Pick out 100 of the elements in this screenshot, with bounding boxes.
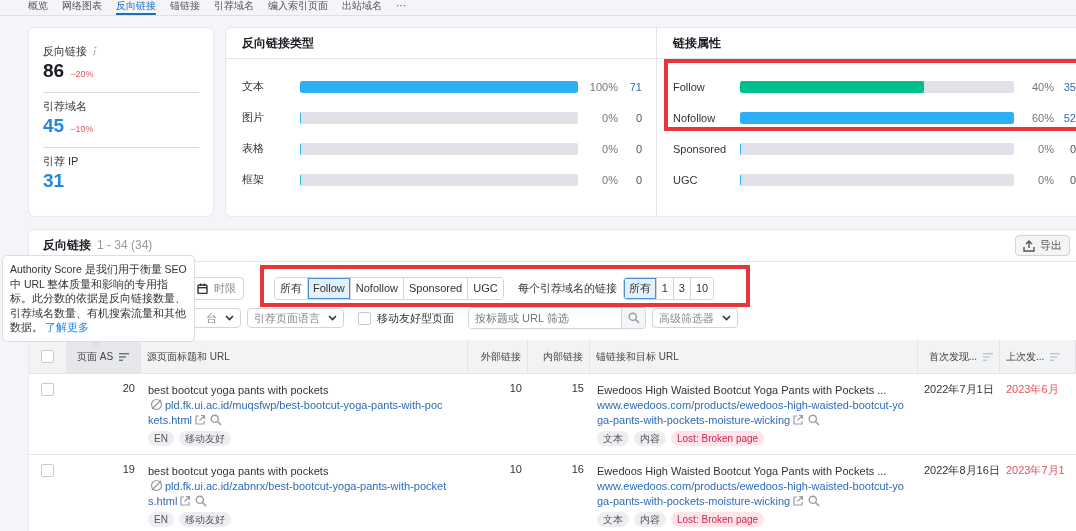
count-text: 0 [634, 173, 642, 186]
percent-text: 0% [601, 111, 618, 124]
count-text: 0 [634, 142, 642, 155]
bar-label: 文本 [242, 79, 265, 94]
search-icon [808, 414, 821, 426]
anchor-text: Ewedoos High Waisted Bootcut Yoga Pants with Pockets ... [597, 464, 888, 479]
url-link[interactable]: pld.fk.ui.ac.id/zabnrx/best-bootcut-yoga-pants-with-pockets.html [148, 479, 448, 509]
url-link[interactable]: www.ewedoos.com/products/ewedoos-high-waisted-bootcut-yoga-pants-with-pockets-moisture-wicking [597, 398, 905, 428]
column-header[interactable]: 首次发现... [918, 340, 1000, 373]
tag: EN [148, 512, 174, 527]
column-header[interactable]: 上次发... [1000, 340, 1076, 373]
filter-label: 每个引荐域名的链接 [517, 280, 617, 296]
nav-tab[interactable]: 编入索引页面 [268, 0, 328, 15]
tag: 文本 [597, 431, 629, 446]
bar-label: Sponsored [673, 142, 728, 155]
filter-toggle[interactable]: 所有 [623, 277, 657, 299]
table-cell-text: 10 [508, 381, 523, 396]
tag: EN [148, 431, 174, 446]
broken-link-icon [150, 479, 163, 492]
change-text: −10% [70, 124, 94, 134]
page-title: best bootcut yoga pants with pockets [148, 464, 330, 479]
dropdown[interactable]: 引荐页面语言 [247, 308, 344, 328]
metric-label: 反向链接 [43, 43, 87, 59]
date-text: 2022年8月16日 [923, 463, 1000, 478]
section-title: 反向链接 [43, 237, 91, 254]
panel-title: 链接属性 [673, 34, 721, 52]
filter-toggle[interactable]: Follow [308, 277, 351, 299]
change-text: −20% [70, 69, 94, 79]
page-title: best bootcut yoga pants with pockets [148, 383, 330, 398]
nav-tab[interactable]: 引荐域名 [214, 0, 254, 15]
caret-icon [225, 315, 234, 321]
column-header: 外部链接 [468, 340, 528, 373]
dropdown[interactable]: 高级筛选器 [652, 308, 738, 328]
bar-label: UGC [673, 173, 699, 186]
nav-tab[interactable]: 出站域名 [342, 0, 382, 15]
date-text: 2023年7月1 [1005, 463, 1066, 478]
checkbox[interactable] [41, 350, 54, 363]
nav-tab[interactable]: 反向链接 [116, 0, 156, 15]
percent-text: 0% [601, 142, 618, 155]
search-icon [627, 312, 640, 324]
search-field[interactable]: 按标题或 URL 筛选 [468, 307, 646, 329]
percent-text: 40% [1030, 80, 1054, 93]
filter-toggle[interactable]: 所有 [275, 277, 308, 299]
search-icon [195, 495, 208, 507]
count-text: 0 [1068, 142, 1076, 155]
metric-label: 引荐 IP [43, 153, 79, 169]
date-text: 2023年6月 [1005, 382, 1060, 397]
nav-tab[interactable]: 概览 [28, 0, 48, 15]
metric-value-link[interactable]: 31 [43, 170, 65, 192]
tag: 文本 [597, 512, 629, 527]
count-link[interactable]: 71 [618, 80, 642, 93]
date-text: 2022年7月1日 [923, 382, 995, 397]
nav-tab[interactable]: 网络图表 [62, 0, 102, 15]
checkbox[interactable] [358, 311, 371, 325]
broken-link-icon [150, 398, 163, 411]
bar-label: Follow [673, 80, 706, 93]
bar-label: 框架 [242, 172, 265, 187]
checkbox[interactable] [41, 383, 54, 396]
export-button[interactable]: 导出 [1015, 235, 1070, 256]
table-cell-text: 20 [121, 381, 136, 396]
percent-text: 0% [1037, 142, 1054, 155]
external-link-icon [792, 414, 805, 426]
calendar-icon [197, 282, 208, 294]
bar-label: 图片 [242, 110, 265, 125]
status-tag: Lost: Broken page [671, 431, 765, 446]
count-text: 0 [1068, 173, 1076, 186]
tag: 移动友好 [178, 512, 231, 527]
metric-label: 引荐域名 [43, 98, 87, 114]
external-link-icon [792, 495, 805, 507]
nav-tab[interactable]: 锚链接 [170, 0, 200, 15]
checkbox[interactable] [41, 464, 54, 477]
external-link-icon [179, 495, 192, 507]
metric-value: 86 [43, 60, 65, 82]
checkbox-label: 移动友好型页面 [377, 310, 454, 326]
url-link[interactable]: www.ewedoos.com/products/ewedoos-high-waisted-bootcut-yoga-pants-with-pockets-moisture-wicking [597, 479, 905, 509]
table-cell-text: 10 [508, 462, 523, 477]
anchor-text: Ewedoos High Waisted Bootcut Yoga Pants with Pockets ... [597, 383, 888, 398]
search-button[interactable] [621, 308, 645, 328]
column-header[interactable]: 页面 AS [66, 340, 141, 373]
caret-icon [722, 315, 731, 321]
bar-label: Nofollow [673, 111, 717, 124]
percent-text: 60% [1030, 111, 1054, 124]
nav-tab[interactable]: ··· [396, 0, 406, 15]
count-link[interactable]: 52 [1054, 111, 1076, 124]
count-link[interactable]: 35 [1054, 80, 1076, 93]
url-link[interactable]: pld.fk.ui.ac.id/muqsfwp/best-bootcut-yoga-pants-with-pockets.html [148, 398, 448, 428]
upload-icon [1023, 239, 1035, 252]
caret-icon [328, 315, 337, 321]
status-tag: Lost: Broken page [671, 512, 765, 527]
percent-text: 0% [1037, 173, 1054, 186]
result-count: 1 - 34 (34) [97, 238, 153, 252]
learn-more-link[interactable]: 了解更多 [45, 321, 89, 333]
column-header: 内部链接 [528, 340, 590, 373]
tooltip-text: Authority Score 是我们用于衡量 SEO 中 URL 整体质量和影响的专用指标。此分数的依据是反向链接数量、引荐域名数量、有机搜索流量和其他数据。 了解更多 [10, 262, 187, 335]
count-text: 0 [634, 111, 642, 124]
metric-value-link[interactable]: 45 [43, 115, 65, 137]
table-cell-text: 19 [121, 462, 136, 477]
bar-label: 表格 [242, 141, 265, 156]
table-cell-text: 16 [570, 462, 585, 477]
search-icon [808, 495, 821, 507]
